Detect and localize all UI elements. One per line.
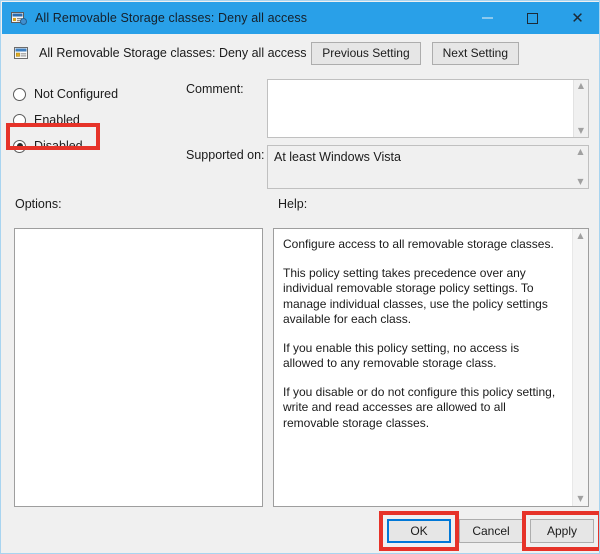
radio-indicator xyxy=(13,113,26,127)
policy-setting-icon xyxy=(11,10,27,26)
scroll-up-icon[interactable]: ▲ xyxy=(578,82,584,90)
help-paragraph: If you disable or do not configure this … xyxy=(283,384,556,430)
scroll-up-icon[interactable]: ▲ xyxy=(577,232,583,240)
help-paragraph: If you enable this policy setting, no ac… xyxy=(283,340,520,371)
options-label: Options: xyxy=(15,197,62,211)
help-paragraph: Configure access to all removable storag… xyxy=(283,237,554,251)
ok-button[interactable]: OK xyxy=(387,519,451,543)
dialog-footer: OK Cancel Apply xyxy=(1,511,599,553)
radio-disabled[interactable]: Disabled xyxy=(13,133,173,159)
radio-indicator xyxy=(13,87,26,101)
supported-on-scrollbar[interactable]: ▲ ▼ xyxy=(573,146,588,188)
help-scrollbar[interactable]: ▲ ▼ xyxy=(572,229,588,506)
supported-on-field: At least Windows Vista ▲ ▼ xyxy=(267,145,589,189)
supported-on-value: At least Windows Vista xyxy=(274,150,401,164)
comment-input[interactable]: ▲ ▼ xyxy=(267,79,589,138)
next-setting-button[interactable]: Next Setting xyxy=(431,41,519,65)
minimize-icon[interactable] xyxy=(465,2,510,34)
policy-state-radio-group: Not Configured Enabled Disabled xyxy=(13,81,173,159)
scroll-up-icon[interactable]: ▲ xyxy=(577,148,583,156)
close-icon[interactable]: ✕ xyxy=(555,2,599,34)
title-bar[interactable]: All Removable Storage classes: Deny all … xyxy=(2,2,599,34)
apply-button[interactable]: Apply xyxy=(530,519,594,543)
previous-setting-button[interactable]: Previous Setting xyxy=(311,41,421,65)
radio-indicator-selected xyxy=(13,139,26,153)
radio-label: Not Configured xyxy=(34,87,119,101)
setting-header: All Removable Storage classes: Deny all … xyxy=(2,34,599,72)
help-text: Configure access to all removable storag… xyxy=(274,229,572,506)
comment-scrollbar[interactable]: ▲ ▼ xyxy=(573,80,588,137)
policy-setting-icon xyxy=(14,45,30,61)
radio-label: Disabled xyxy=(34,139,83,153)
group-policy-setting-dialog: All Removable Storage classes: Deny all … xyxy=(0,0,600,554)
help-label: Help: xyxy=(278,197,308,211)
options-panel[interactable] xyxy=(14,228,263,507)
radio-label: Enabled xyxy=(34,113,80,127)
help-panel: Configure access to all removable storag… xyxy=(273,228,589,507)
maximize-icon[interactable] xyxy=(510,2,555,34)
scroll-down-icon[interactable]: ▼ xyxy=(578,127,584,135)
scroll-down-icon[interactable]: ▼ xyxy=(577,178,583,186)
radio-enabled[interactable]: Enabled xyxy=(13,107,173,133)
setting-nav-buttons: Previous Setting Next Setting xyxy=(311,41,519,65)
comment-label: Comment: xyxy=(186,82,244,96)
window-title: All Removable Storage classes: Deny all … xyxy=(35,11,308,25)
supported-on-label: Supported on: xyxy=(186,148,265,162)
cancel-button[interactable]: Cancel xyxy=(459,519,523,543)
setting-title: All Removable Storage classes: Deny all … xyxy=(39,46,307,60)
window-controls: ✕ xyxy=(465,2,599,34)
scroll-down-icon[interactable]: ▼ xyxy=(577,495,583,503)
radio-not-configured[interactable]: Not Configured xyxy=(13,81,173,107)
help-paragraph: This policy setting takes precedence ove… xyxy=(283,265,548,327)
comment-value xyxy=(268,80,573,137)
